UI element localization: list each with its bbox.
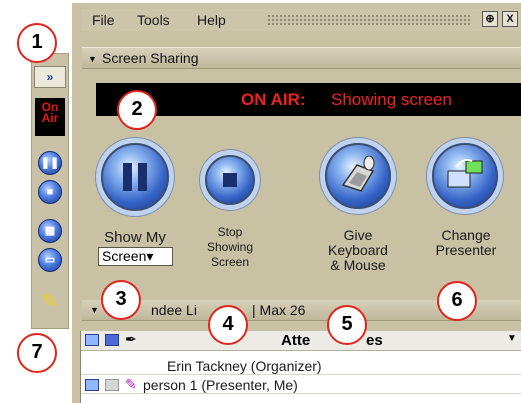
- pen-icon[interactable]: ✒: [125, 331, 137, 348]
- attendee-name: person 1 (Presenter, Me): [143, 377, 298, 393]
- callout-4: 4: [208, 305, 248, 345]
- menu-file[interactable]: File: [92, 12, 115, 28]
- pause-icon[interactable]: ❚❚: [38, 151, 62, 175]
- pen-icon: ✎: [125, 376, 137, 392]
- list-item[interactable]: Erin Tackney (Organizer): [81, 357, 521, 375]
- give-line-3: & Mouse: [330, 257, 386, 273]
- callout-3: 3: [101, 280, 141, 320]
- expand-arrow-icon[interactable]: »: [34, 66, 66, 88]
- attendees-column-title[interactable]: Atte: [281, 332, 310, 349]
- attendee-collapse-arrow-icon: ▼: [90, 305, 99, 315]
- give-keyboard-label: Give Keyboard & Mouse: [310, 228, 406, 273]
- collapse-arrow-icon: ▼: [88, 54, 97, 64]
- attendee-max-count: | Max 26: [252, 302, 306, 318]
- drag-grip[interactable]: [267, 14, 472, 26]
- on-air-icon[interactable]: On Air: [35, 98, 65, 136]
- change-presenter-button[interactable]: [432, 143, 498, 209]
- attendee-monitor-icon: [85, 379, 99, 391]
- column-dropdown-icon[interactable]: ▼: [507, 333, 517, 344]
- attendee-grid: ✒ Atte es ▼ Erin Tackney (Organizer) ✎ p…: [80, 331, 521, 403]
- close-icon[interactable]: X: [502, 11, 518, 27]
- callout-2: 2: [117, 90, 157, 130]
- attendee-grid-icon[interactable]: [105, 334, 119, 346]
- attendee-list-title: ndee Li: [151, 302, 197, 318]
- menubar: File Tools Help ⊕ X: [82, 9, 521, 31]
- on-air-banner: ON AIR: Showing screen: [96, 83, 521, 116]
- stop-line-3: Screen: [210, 255, 250, 269]
- attendee-grid-icon: [105, 379, 119, 391]
- stop-line-2: Showing: [206, 240, 254, 254]
- callout-6: 6: [437, 281, 477, 321]
- stop-large-icon: [223, 173, 237, 187]
- callout-5: 5: [327, 305, 367, 345]
- keyboard-mouse-icon: [341, 155, 375, 192]
- pin-icon[interactable]: ⊕: [482, 11, 498, 27]
- attendee-column-header: ✒ Atte es ▼: [81, 331, 521, 351]
- on-air-status: Showing screen: [331, 90, 452, 109]
- screen-select[interactable]: Screen▾: [98, 247, 173, 266]
- stop-showing-label: Stop Showing Screen: [200, 225, 260, 270]
- grid-icon[interactable]: ▦: [38, 219, 62, 243]
- on-air-bottom-text: Air: [41, 111, 59, 125]
- change-presenter-label: Change Presenter: [418, 228, 514, 258]
- attendee-monitor-icon[interactable]: [85, 334, 99, 346]
- highlighter-icon[interactable]: ✎: [38, 290, 62, 314]
- stop-showing-screen-button[interactable]: [205, 155, 255, 205]
- callout-1: 1: [17, 23, 57, 63]
- give-line-2: Keyboard: [328, 242, 388, 258]
- callout-7: 7: [17, 333, 57, 373]
- show-my-screen-button[interactable]: [101, 143, 169, 211]
- attendee-name: Erin Tackney (Organizer): [167, 358, 322, 374]
- change-presenter-icon: [447, 158, 483, 188]
- monitor-icon[interactable]: ▭: [38, 248, 62, 272]
- left-toolbar: » On Air ❚❚ ■ ▦ ▭ ✎: [31, 53, 69, 329]
- list-item[interactable]: ✎ person 1 (Presenter, Me): [81, 376, 521, 394]
- change-line-2: Presenter: [435, 242, 497, 258]
- screen-sharing-title: Screen Sharing: [102, 50, 199, 66]
- menu-tools[interactable]: Tools: [137, 12, 170, 28]
- screen-sharing-header[interactable]: ▼ Screen Sharing: [82, 47, 521, 69]
- on-air-label: ON AIR:: [241, 90, 306, 109]
- stop-line-1: Stop: [217, 225, 243, 239]
- give-keyboard-mouse-button[interactable]: [325, 143, 391, 209]
- change-line-1: Change: [441, 227, 491, 243]
- stop-icon[interactable]: ■: [38, 180, 62, 204]
- pause-large-icon: [123, 163, 147, 191]
- attendees-column-title-tail: es: [366, 332, 383, 349]
- give-line-1: Give: [343, 227, 373, 243]
- show-my-label: Show My: [104, 229, 166, 246]
- menu-help[interactable]: Help: [197, 12, 226, 28]
